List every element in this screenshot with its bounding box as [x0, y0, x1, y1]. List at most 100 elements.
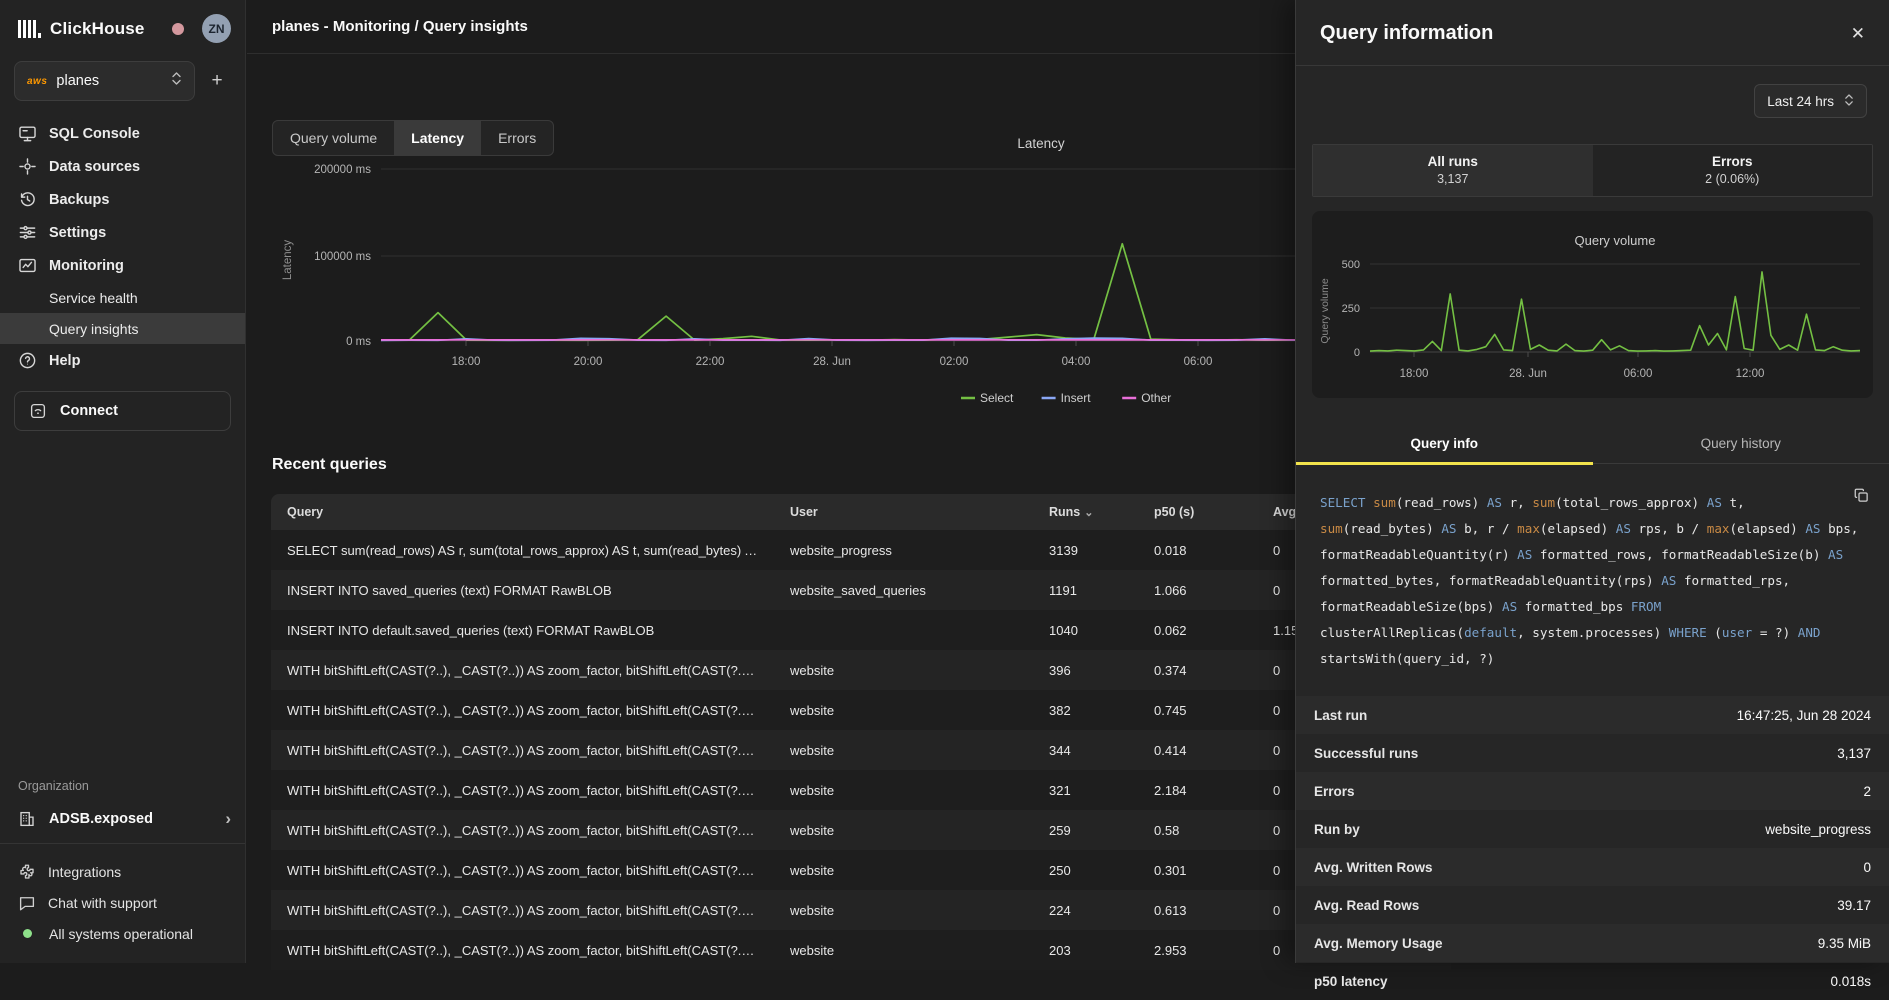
sidebar-item-label: Data sources — [49, 159, 140, 175]
sidebar-item-label: Settings — [49, 225, 106, 241]
tab-query-history[interactable]: Query history — [1593, 426, 1889, 463]
column-header-p50-s: p50 (s) — [1138, 505, 1257, 519]
stat-tab-label: All runs — [1313, 154, 1593, 169]
cell-runs: 250 — [1033, 863, 1138, 878]
sidebar-item-backups[interactable]: Backups — [0, 183, 245, 216]
stat-row-last-run: Last run16:47:25, Jun 28 2024 — [1296, 696, 1889, 734]
sidebar-header: ClickHouse ZN — [0, 0, 245, 53]
query-stats-list: Last run16:47:25, Jun 28 2024Successful … — [1296, 696, 1889, 1000]
puzzle-icon — [18, 863, 36, 881]
sidebar-item-monitoring[interactable]: Monitoring — [0, 249, 245, 282]
stat-label: Run by — [1314, 822, 1360, 837]
stat-tab-all-runs[interactable]: All runs 3,137 — [1313, 145, 1593, 196]
sidebar-item-query-insights[interactable]: Query insights — [0, 313, 245, 344]
time-range-value: Last 24 hrs — [1767, 94, 1834, 109]
stat-tab-errors[interactable]: Errors2 (0.06%) — [1593, 145, 1873, 196]
sidebar-item-settings[interactable]: Settings — [0, 216, 245, 249]
cell-query: WITH bitShiftLeft(CAST(?..), _CAST(?..))… — [271, 903, 774, 918]
y-axis-label: Latency — [282, 240, 294, 281]
sidebar-nav: SQL Console Data sources Backups Settings Mo… — [0, 117, 245, 377]
stat-label: Errors — [1314, 784, 1355, 799]
copy-icon[interactable] — [1854, 486, 1869, 512]
cell-p50: 0.58 — [1138, 823, 1257, 838]
stat-value: 2 — [1863, 784, 1871, 799]
footer-item-all-systems-operational[interactable]: All systems operational — [0, 918, 245, 949]
connect-button[interactable]: Connect — [14, 391, 231, 431]
table-row[interactable]: WITH bitShiftLeft(CAST(?..), _CAST(?..))… — [271, 730, 1451, 770]
table-row[interactable]: WITH bitShiftLeft(CAST(?..), _CAST(?..))… — [271, 650, 1451, 690]
sidebar-item-data-sources[interactable]: Data sources — [0, 150, 245, 183]
organization-switcher[interactable]: ADSB.exposed › — [0, 803, 245, 843]
status-ok-icon — [23, 929, 32, 938]
table-row[interactable]: INSERT INTO saved_queries (text) FORMAT … — [271, 570, 1451, 610]
stat-label: Avg. Written Rows — [1314, 860, 1433, 875]
chat-icon — [18, 894, 36, 912]
close-icon[interactable]: ✕ — [1851, 25, 1865, 42]
query-volume-chart-svg: Query volumeQuery volume025050018:0028. … — [1312, 211, 1874, 398]
sidebar-item-service-health[interactable]: Service health — [0, 282, 245, 313]
organization-section-label: Organization — [0, 779, 245, 803]
cell-query: INSERT INTO default.saved_queries (text)… — [271, 623, 774, 638]
add-service-button[interactable]: + — [203, 67, 231, 95]
cell-user: website — [774, 663, 1033, 678]
aws-icon: aws — [27, 76, 47, 87]
query-volume-card[interactable]: Query volumeQuery volume025050018:0028. … — [1312, 211, 1873, 398]
sidebar-item-label: Query insights — [49, 321, 138, 337]
cell-query: SELECT sum(read_rows) AS r, sum(total_ro… — [271, 543, 774, 558]
sidebar-item-label: SQL Console — [49, 126, 140, 142]
table-row[interactable]: WITH bitShiftLeft(CAST(?..), _CAST(?..))… — [271, 890, 1451, 930]
stat-row-successful-runs: Successful runs3,137 — [1296, 734, 1889, 772]
table-row[interactable]: WITH bitShiftLeft(CAST(?..), _CAST(?..))… — [271, 690, 1451, 730]
footer-item-integrations[interactable]: Integrations — [0, 856, 245, 887]
sidebar-item-sql-console[interactable]: SQL Console — [0, 117, 245, 150]
stat-row-run-by: Run bywebsite_progress — [1296, 810, 1889, 848]
x-tick-label: 06:00 — [1184, 356, 1213, 368]
settings-icon — [18, 223, 37, 242]
sort-desc-icon: ⌄ — [1084, 507, 1093, 519]
data-sources-icon — [18, 157, 37, 176]
footer-item-chat-with-support[interactable]: Chat with support — [0, 887, 245, 918]
cell-query: WITH bitShiftLeft(CAST(?..), _CAST(?..))… — [271, 743, 774, 758]
tab-query-info[interactable]: Query info — [1296, 426, 1593, 463]
time-range-select[interactable]: Last 24 hrs — [1754, 84, 1867, 118]
cell-p50: 0.062 — [1138, 623, 1257, 638]
y-tick-label: 500 — [1342, 259, 1360, 271]
sidebar-item-label: Monitoring — [49, 258, 124, 274]
stat-value: 3,137 — [1837, 746, 1871, 761]
clickhouse-logo-icon — [18, 20, 41, 38]
table-row[interactable]: WITH bitShiftLeft(CAST(?..), _CAST(?..))… — [271, 930, 1451, 970]
monitoring-icon — [18, 256, 37, 275]
cell-user: website — [774, 943, 1033, 958]
stat-label: Last run — [1314, 708, 1367, 723]
recent-queries-title: Recent queries — [272, 456, 387, 474]
stat-row-avg-written-rows: Avg. Written Rows 0 — [1296, 848, 1889, 886]
table-row[interactable]: WITH bitShiftLeft(CAST(?..), _CAST(?..))… — [271, 850, 1451, 890]
table-row[interactable]: WITH bitShiftLeft(CAST(?..), _CAST(?..))… — [271, 770, 1451, 810]
table-row[interactable]: INSERT INTO default.saved_queries (text)… — [271, 610, 1451, 650]
y-tick-label: 0 — [1354, 347, 1360, 359]
cell-user: website — [774, 823, 1033, 838]
stat-value: 9.35 MiB — [1818, 936, 1871, 951]
stat-tab-value: 2 (0.06%) — [1593, 172, 1873, 186]
x-tick-label: 20:00 — [574, 356, 603, 368]
x-tick-label: 22:00 — [696, 356, 725, 368]
cell-runs: 321 — [1033, 783, 1138, 798]
cell-p50: 0.613 — [1138, 903, 1257, 918]
stat-value: 0 — [1863, 860, 1871, 875]
sidebar-item-help[interactable]: Help — [0, 344, 245, 377]
drawer-title: Query information — [1320, 22, 1493, 45]
cell-user: website_saved_queries — [774, 583, 1033, 598]
cell-p50: 2.184 — [1138, 783, 1257, 798]
help-icon — [18, 351, 37, 370]
column-header-runs[interactable]: Runs⌄ — [1033, 505, 1138, 519]
table-row[interactable]: SELECT sum(read_rows) AS r, sum(total_ro… — [271, 530, 1451, 570]
stat-row-p50-latency: p50 latency0.018s — [1296, 962, 1889, 1000]
table-row[interactable]: WITH bitShiftLeft(CAST(?..), _CAST(?..))… — [271, 810, 1451, 850]
service-selector[interactable]: aws planes — [14, 61, 195, 101]
stat-tab-value: 3,137 — [1313, 172, 1593, 186]
cell-user: website — [774, 903, 1033, 918]
notification-dot-icon[interactable] — [172, 23, 184, 35]
cell-user: website — [774, 743, 1033, 758]
query-information-panel: Query information ✕ Last 24 hrs All runs… — [1295, 0, 1889, 963]
user-avatar[interactable]: ZN — [202, 14, 231, 43]
